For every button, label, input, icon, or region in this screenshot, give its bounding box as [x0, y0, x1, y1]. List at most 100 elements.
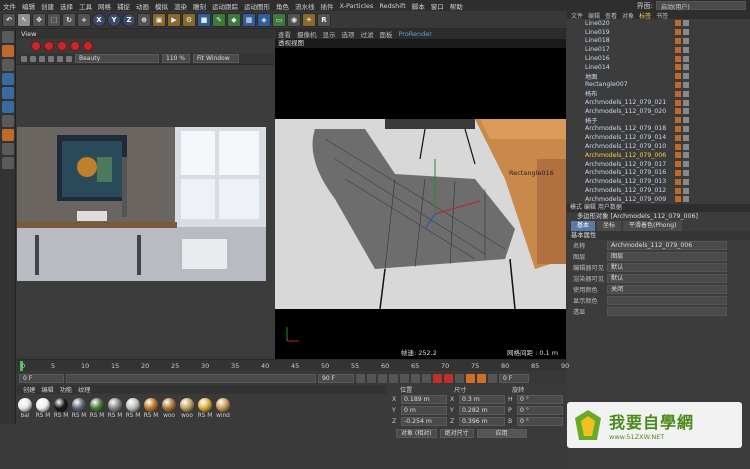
material-tag-icon[interactable] — [683, 73, 689, 80]
size-field[interactable]: 0.396 m — [459, 417, 505, 426]
object-row[interactable]: 地面 — [567, 72, 750, 81]
visibility-icon[interactable] — [675, 125, 681, 132]
menu-item[interactable]: 模拟 — [152, 1, 171, 11]
menu-item[interactable]: 脚本 — [409, 1, 428, 11]
visibility-icon[interactable] — [675, 55, 681, 62]
visibility-icon[interactable] — [675, 73, 681, 80]
autokey-icon[interactable] — [444, 373, 453, 383]
pen-icon[interactable]: ✎ — [212, 12, 226, 27]
deformer-icon[interactable]: ◈ — [257, 12, 271, 27]
prev-frame-icon[interactable] — [378, 373, 387, 383]
material-tag-icon[interactable] — [683, 20, 689, 27]
attribute-value[interactable]: 默认 — [607, 273, 727, 283]
position-field[interactable]: -0.254 m — [401, 417, 447, 426]
viewport-tab[interactable]: 选项 — [342, 29, 355, 39]
object-row[interactable]: Archmodels_112_079_006 — [567, 151, 750, 160]
menu-item[interactable]: 工具 — [76, 1, 95, 11]
object-row[interactable]: Archmodels_112_079_013 — [567, 177, 750, 186]
visibility-icon[interactable] — [675, 134, 681, 141]
rotation-field[interactable]: 0 ° — [517, 406, 563, 415]
menu-item[interactable]: 插件 — [318, 1, 337, 11]
material-swatch[interactable]: RS M — [143, 398, 159, 419]
material-swatch[interactable]: RS M — [53, 398, 69, 419]
first-frame-icon[interactable] — [356, 373, 365, 383]
frame-range-slider[interactable] — [66, 373, 316, 383]
edges-mode-icon[interactable] — [2, 87, 14, 99]
material-tag-icon[interactable] — [683, 64, 689, 71]
attribute-value[interactable]: 图层 — [607, 251, 727, 261]
coordinate-system-icon[interactable]: ⊕ — [137, 12, 151, 27]
camera-icon[interactable]: ◉ — [287, 12, 301, 27]
stop-button[interactable] — [44, 41, 54, 51]
material-tag-icon[interactable] — [683, 178, 689, 185]
material-swatch[interactable]: bai — [17, 398, 33, 419]
object-row[interactable]: Line019 — [567, 28, 750, 37]
attribute-tab[interactable]: 基本 — [571, 220, 596, 231]
object-row[interactable]: Archmodels_112_079_014 — [567, 133, 750, 142]
menu-item[interactable]: 捕捉 — [114, 1, 133, 11]
material-menu-tab[interactable]: 纹理 — [78, 385, 90, 394]
material-tag-icon[interactable] — [683, 81, 689, 88]
recent-tools-icon[interactable]: + — [77, 12, 91, 27]
attribute-value[interactable]: 关闭 — [607, 284, 727, 294]
render-settings-icon[interactable]: ⚙ — [182, 12, 196, 27]
menu-item[interactable]: 窗口 — [428, 1, 447, 11]
axis-mode-icon[interactable] — [2, 115, 14, 127]
scale-icon[interactable]: ⬚ — [47, 12, 61, 27]
menu-item[interactable]: 流水线 — [292, 1, 318, 11]
perspective-viewport[interactable]: 查看 摄像机 显示 选项 过滤 面板 ProRender 透视视图 Rectangle016 — [275, 29, 566, 359]
attribute-tab[interactable]: 平滑着色(Phong) — [623, 220, 683, 231]
viewport-tab[interactable]: 面板 — [380, 29, 393, 39]
attribute-value[interactable]: Archmodels_112_079_006 — [607, 240, 727, 250]
menu-item[interactable]: 渲染 — [171, 1, 190, 11]
fit-select[interactable]: Fit Window — [193, 54, 239, 63]
next-key-icon[interactable] — [411, 373, 420, 383]
attribute-tab[interactable]: 坐标 — [597, 220, 622, 231]
object-row[interactable]: Line016 — [567, 54, 750, 63]
menu-item[interactable]: 编辑 — [19, 1, 38, 11]
light-icon[interactable]: ☀ — [302, 12, 316, 27]
object-row[interactable]: Line017 — [567, 45, 750, 54]
apply-button[interactable]: 应用 — [476, 429, 527, 438]
object-row[interactable]: Line020 — [567, 19, 750, 28]
material-swatch[interactable]: woo — [179, 398, 195, 419]
zoom-select[interactable]: 110 % — [162, 54, 190, 63]
material-tag-icon[interactable] — [683, 99, 689, 106]
menu-item[interactable]: 角色 — [273, 1, 292, 11]
material-menu-tab[interactable]: 创建 — [23, 385, 35, 394]
rot-key-icon[interactable] — [477, 373, 486, 383]
points-mode-icon[interactable] — [2, 73, 14, 85]
lock-icon[interactable] — [30, 55, 36, 62]
attribute-value[interactable]: 默认 — [607, 262, 727, 272]
pos-key-icon[interactable] — [466, 373, 475, 383]
menu-item[interactable]: 动画 — [133, 1, 152, 11]
rotation-field[interactable]: 0 ° — [517, 417, 563, 426]
viewport-tab[interactable]: 摄像机 — [297, 29, 317, 39]
object-row[interactable]: Archmodels_112_079_020 — [567, 107, 750, 116]
material-tag-icon[interactable] — [683, 29, 689, 36]
make-editable-icon[interactable] — [2, 31, 14, 43]
object-row[interactable]: Archmodels_112_079_012 — [567, 186, 750, 195]
size-field[interactable]: 0.282 m — [459, 406, 505, 415]
frame-field-right[interactable]: 0 F — [499, 373, 529, 383]
lock-render-button[interactable] — [83, 41, 93, 51]
histogram-icon[interactable] — [66, 55, 72, 62]
material-swatch[interactable]: woo — [161, 398, 177, 419]
camera-icon[interactable] — [48, 55, 54, 62]
material-swatch[interactable]: wind — [215, 398, 231, 419]
viewport-tab[interactable]: 显示 — [323, 29, 336, 39]
object-row[interactable]: Archmodels_112_079_017 — [567, 160, 750, 169]
material-tag-icon[interactable] — [683, 143, 689, 150]
render-button[interactable] — [31, 41, 41, 51]
object-row[interactable]: Line018 — [567, 37, 750, 46]
material-tag-icon[interactable] — [683, 55, 689, 62]
array-icon[interactable]: ▦ — [242, 12, 256, 27]
material-swatch[interactable]: RS M — [89, 398, 105, 419]
record-icon[interactable] — [433, 373, 442, 383]
menu-item[interactable]: 雕刻 — [190, 1, 209, 11]
visibility-icon[interactable] — [675, 178, 681, 185]
visibility-icon[interactable] — [675, 143, 681, 150]
material-swatch[interactable]: RS M — [71, 398, 87, 419]
visibility-icon[interactable] — [675, 29, 681, 36]
viewport-tab[interactable]: ProRender — [399, 30, 432, 38]
